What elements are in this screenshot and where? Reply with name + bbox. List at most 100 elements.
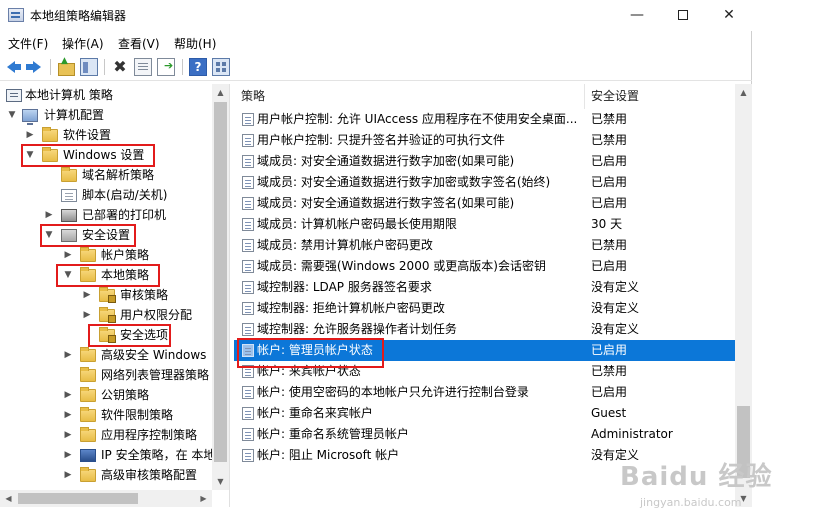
tree-item-label: 高级安全 Windows: [101, 348, 207, 362]
policy-setting-value: 没有定义: [591, 322, 640, 336]
policy-row[interactable]: 帐户: 重命名系统管理员帐户 Administrator: [234, 424, 735, 445]
tree-item-label: 本地计算机 策略: [25, 88, 113, 102]
collapse-icon[interactable]: ▼: [6, 105, 18, 125]
scroll-left-icon[interactable]: ◀: [0, 490, 17, 507]
expand-icon[interactable]: ▶: [43, 205, 55, 225]
policy-setting-icon: [242, 323, 254, 336]
scroll-thumb[interactable]: [214, 102, 227, 462]
expand-icon[interactable]: ▶: [81, 305, 93, 325]
expand-icon[interactable]: ▶: [62, 345, 74, 365]
column-header-setting[interactable]: 安全设置: [585, 84, 735, 109]
policy-row[interactable]: 帐户: 管理员帐户状态 已启用: [234, 340, 735, 361]
maximize-icon: [678, 10, 688, 20]
tree-item-label: IP 安全策略，在 本地: [101, 448, 216, 462]
policy-row[interactable]: 域成员: 对安全通道数据进行数字加密或数字签名(始终) 已启用: [234, 172, 735, 193]
tree-vertical-scrollbar[interactable]: ▲ ▼: [212, 84, 229, 490]
scroll-thumb[interactable]: [18, 493, 138, 504]
expand-icon[interactable]: ▶: [62, 465, 74, 485]
back-arrow-icon[interactable]: [5, 58, 23, 76]
delete-icon[interactable]: ✖: [111, 58, 129, 76]
policy-setting-icon: [242, 386, 254, 399]
tree-item-label: 高级审核策略配置: [101, 468, 198, 482]
policy-name: 域成员: 禁用计算机帐户密码更改: [257, 238, 433, 252]
expand-icon[interactable]: ▶: [62, 405, 74, 425]
policy-row[interactable]: 域成员: 计算机帐户密码最长使用期限 30 天: [234, 214, 735, 235]
folder-icon: [80, 247, 96, 262]
close-button[interactable]: ✕: [706, 0, 752, 31]
policy-name: 帐户: 重命名系统管理员帐户: [257, 427, 409, 441]
policy-name: 域控制器: 允许服务器操作者计划任务: [257, 322, 457, 336]
policy-row[interactable]: 域控制器: LDAP 服务器签名要求 没有定义: [234, 277, 735, 298]
tree-item-label: 网络列表管理器策略: [101, 368, 210, 382]
policy-setting-icon: [242, 218, 254, 231]
minimize-button[interactable]: —: [614, 0, 660, 31]
policy-setting-icon: [242, 302, 254, 315]
watermark-sub: jingyan.baidu.com: [640, 496, 742, 509]
expand-icon[interactable]: ▶: [24, 125, 36, 145]
policy-row[interactable]: 域控制器: 拒绝计算机帐户密码更改 没有定义: [234, 298, 735, 319]
policy-row[interactable]: 用户帐户控制: 只提升签名并验证的可执行文件 已禁用: [234, 130, 735, 151]
menu-view[interactable]: 查看(V): [118, 35, 160, 52]
tree-horizontal-scrollbar[interactable]: ◀ ▶: [0, 490, 212, 507]
policy-row[interactable]: 帐户: 重命名来宾帐户 Guest: [234, 403, 735, 424]
scroll-right-icon[interactable]: ▶: [195, 490, 212, 507]
ip-security-icon: [80, 449, 96, 462]
gpedit-app-icon: [8, 8, 24, 22]
expand-icon[interactable]: ▶: [62, 385, 74, 405]
policy-setting-value: 没有定义: [591, 301, 640, 315]
policy-setting-value: Guest: [591, 406, 627, 420]
folder-icon: [61, 167, 77, 182]
policy-row[interactable]: 域成员: 禁用计算机帐户密码更改 已禁用: [234, 235, 735, 256]
folder-icon: [80, 407, 96, 422]
tree-item-label: 安全设置: [82, 228, 131, 242]
policy-setting-value: 已禁用: [591, 133, 628, 147]
policy-row[interactable]: 域成员: 对安全通道数据进行数字签名(如果可能) 已启用: [234, 193, 735, 214]
tree-item-label: 计算机配置: [44, 108, 105, 122]
locked-folder-icon: [99, 307, 116, 323]
tree-item-label: 安全选项: [120, 328, 169, 342]
policy-name: 帐户: 来宾帐户状态: [257, 364, 361, 378]
scroll-up-icon[interactable]: ▲: [735, 84, 752, 101]
column-header-policy[interactable]: 策略: [234, 84, 585, 109]
export-list-icon[interactable]: [157, 58, 175, 76]
expand-icon[interactable]: ▶: [62, 445, 74, 465]
tree-item-label: 域名解析策略: [82, 168, 155, 182]
tree-item-label: 脚本(启动/关机): [82, 188, 168, 202]
policy-setting-value: 已启用: [591, 385, 628, 399]
help-icon[interactable]: ?: [189, 58, 207, 76]
policy-row[interactable]: 帐户: 来宾帐户状态 已禁用: [234, 361, 735, 382]
collapse-icon[interactable]: ▼: [62, 265, 74, 285]
menu-help[interactable]: 帮助(H): [174, 35, 216, 52]
up-folder-icon[interactable]: [57, 56, 75, 76]
maximize-button[interactable]: [660, 0, 706, 31]
policy-row[interactable]: 帐户: 使用空密码的本地帐户只允许进行控制台登录 已启用: [234, 382, 735, 403]
show-hide-tree-icon[interactable]: [80, 58, 98, 76]
policy-row[interactable]: 用户帐户控制: 允许 UIAccess 应用程序在不使用安全桌面... 已禁用: [234, 109, 735, 130]
expand-icon[interactable]: ▶: [62, 245, 74, 265]
policy-row[interactable]: 域成员: 需要强(Windows 2000 或更高版本)会话密钥 已启用: [234, 256, 735, 277]
properties-icon[interactable]: [134, 58, 152, 76]
policy-row[interactable]: 域控制器: 允许服务器操作者计划任务 没有定义: [234, 319, 735, 340]
expand-icon[interactable]: ▶: [81, 285, 93, 305]
console-tree: 本地计算机 策略 ▼ 计算机配置 ▶ 软件设置 ▼ Windows 设置 域名解…: [0, 84, 230, 507]
watermark-main: Baidu 经验: [620, 462, 773, 492]
view-icon[interactable]: [212, 58, 230, 76]
folder-icon: [80, 427, 96, 442]
policy-row[interactable]: 域成员: 对安全通道数据进行数字加密(如果可能) 已启用: [234, 151, 735, 172]
tree-item-label: 帐户策略: [101, 248, 150, 262]
policy-setting-icon: [242, 449, 254, 462]
policy-setting-icon: [242, 176, 254, 189]
scroll-down-icon[interactable]: ▼: [212, 473, 229, 490]
policy-setting-icon: [242, 428, 254, 441]
policy-icon: [6, 89, 22, 102]
expand-icon[interactable]: ▶: [62, 425, 74, 445]
list-vertical-scrollbar[interactable]: ▲ ▼: [735, 84, 752, 507]
forward-arrow-icon[interactable]: [25, 58, 43, 76]
collapse-icon[interactable]: ▼: [43, 225, 55, 245]
menu-action[interactable]: 操作(A): [62, 35, 104, 52]
collapse-icon[interactable]: ▼: [24, 145, 36, 165]
menu-file[interactable]: 文件(F): [8, 35, 48, 52]
policy-setting-value: 已启用: [591, 175, 628, 189]
scroll-up-icon[interactable]: ▲: [212, 84, 229, 101]
policy-name: 域成员: 计算机帐户密码最长使用期限: [257, 217, 457, 231]
